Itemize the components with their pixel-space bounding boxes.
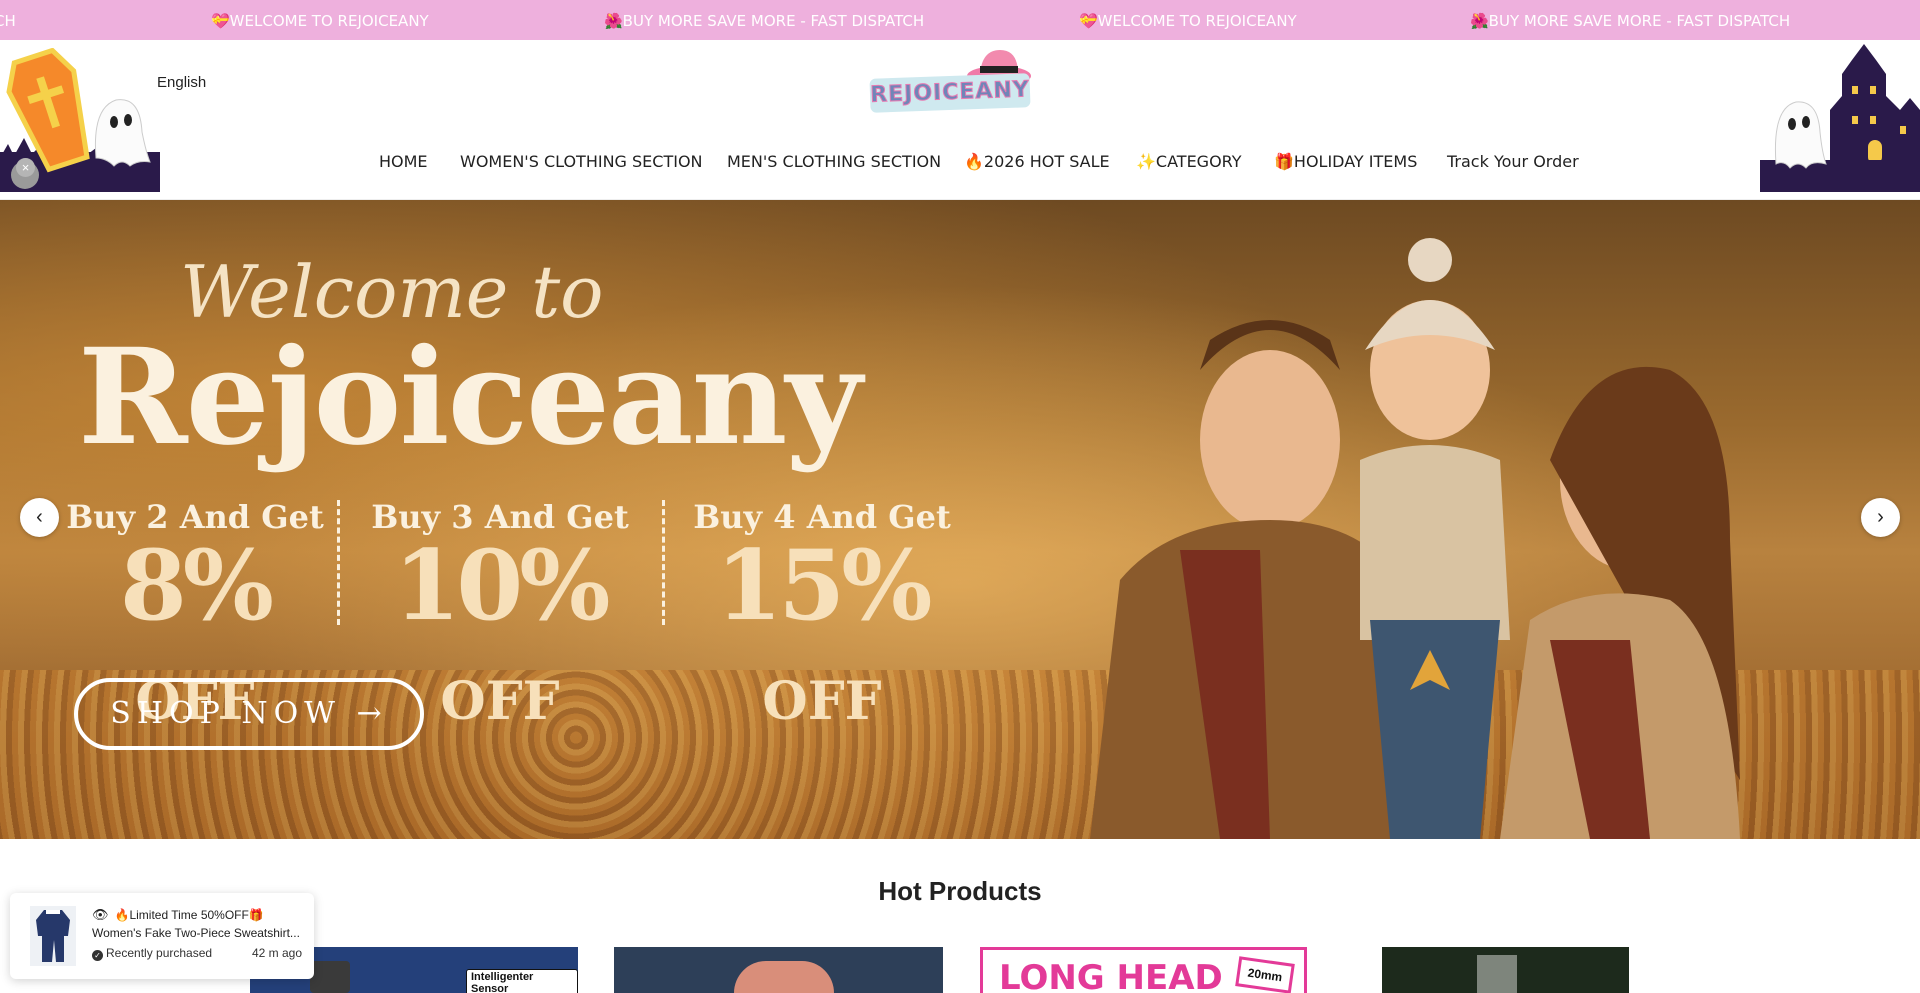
nav-item-track-order[interactable]: Track Your Order: [1447, 152, 1579, 171]
sweatshirt-icon: [36, 910, 70, 962]
site-logo[interactable]: REJOICEANY: [862, 46, 1042, 122]
product-card[interactable]: [614, 947, 943, 993]
popup-product-name: Women's Fake Two-Piece Sweatshirt...: [92, 926, 300, 940]
product-card[interactable]: [1382, 947, 1629, 993]
recent-purchase-popup[interactable]: 👁 🔥Limited Time 50%OFF🎁 Women's Fake Two-…: [10, 893, 314, 979]
eye-icon: 👁: [92, 907, 109, 922]
language-selector[interactable]: English: [157, 74, 206, 91]
product-card[interactable]: LONG HEAD 20mm: [980, 947, 1307, 993]
chevron-right-icon[interactable]: ›: [1861, 498, 1900, 537]
offer-percent-value: 8%: [119, 529, 274, 642]
announcement-item: 💝WELCOME TO REJOICEANY: [1079, 12, 1297, 30]
offer-divider: [337, 500, 340, 625]
offer-buy-4: Buy 4 And Get 15% OFF: [672, 498, 972, 752]
announcement-bar: CH 💝WELCOME TO REJOICEANY 🌺BUY MORE SAVE…: [0, 0, 1920, 40]
shop-now-button[interactable]: SHOP NOW →: [74, 678, 424, 750]
main-nav: HOME WOMEN'S CLOTHING SECTION MEN'S CLOT…: [0, 152, 1920, 182]
hero-banner[interactable]: Welcome to Rejoiceany Buy 2 And Get 8% O…: [0, 200, 1920, 839]
logo-wordmark: REJOICEANY: [869, 73, 1031, 113]
nav-item-hot-sale[interactable]: 🔥2026 HOT SALE: [964, 152, 1110, 171]
product-image: [734, 961, 834, 993]
nav-item-womens-clothing[interactable]: WOMEN'S CLOTHING SECTION: [460, 152, 703, 171]
product-badge: Intelligenter Sensor: [466, 969, 578, 993]
offer-percent-value: 15%: [715, 529, 933, 642]
announcement-item: 🌺BUY MORE SAVE MORE - FAST DISPATCH: [604, 12, 925, 30]
product-label: LONG HEAD: [999, 958, 1223, 993]
offer-percent: 15% OFF: [672, 536, 972, 752]
product-thumbnail[interactable]: [30, 906, 76, 966]
chevron-left-icon[interactable]: ‹: [20, 498, 59, 537]
family-photo: [1090, 238, 1740, 839]
offer-percent-value: 10%: [393, 529, 611, 642]
offer-divider: [662, 500, 665, 625]
announcement-item: 💝WELCOME TO REJOICEANY: [211, 12, 429, 30]
nav-item-home[interactable]: HOME: [379, 152, 428, 171]
check-circle-icon: ✓: [92, 950, 103, 961]
hero-brand-title: Rejoiceany: [78, 320, 862, 475]
announcement-item: 🌺BUY MORE SAVE MORE - FAST DISPATCH: [1470, 12, 1791, 30]
product-image: [310, 961, 350, 993]
nav-item-holiday-items[interactable]: 🎁HOLIDAY ITEMS: [1274, 152, 1417, 171]
popup-status: ✓ Recently purchased: [92, 946, 212, 961]
offer-off-label: OFF: [762, 671, 882, 732]
popup-headline: 👁 🔥Limited Time 50%OFF🎁: [92, 907, 264, 923]
product-image: [1477, 955, 1517, 993]
popup-time: 42 m ago: [252, 946, 303, 960]
offer-off-label: OFF: [440, 671, 560, 732]
nav-item-category[interactable]: ✨CATEGORY: [1136, 152, 1242, 171]
popup-headline-text: 🔥Limited Time 50%OFF🎁: [114, 908, 264, 922]
site-header: English × REJOICEANY HOME WOMEN'S CLOTHI…: [0, 40, 1920, 200]
announcement-item: CH: [0, 12, 16, 30]
logo-text: REJOICEANY: [869, 77, 1031, 109]
nav-item-mens-clothing[interactable]: MEN'S CLOTHING SECTION: [727, 152, 941, 171]
popup-status-text: Recently purchased: [106, 946, 213, 960]
product-size-tag: 20mm: [1235, 956, 1295, 993]
